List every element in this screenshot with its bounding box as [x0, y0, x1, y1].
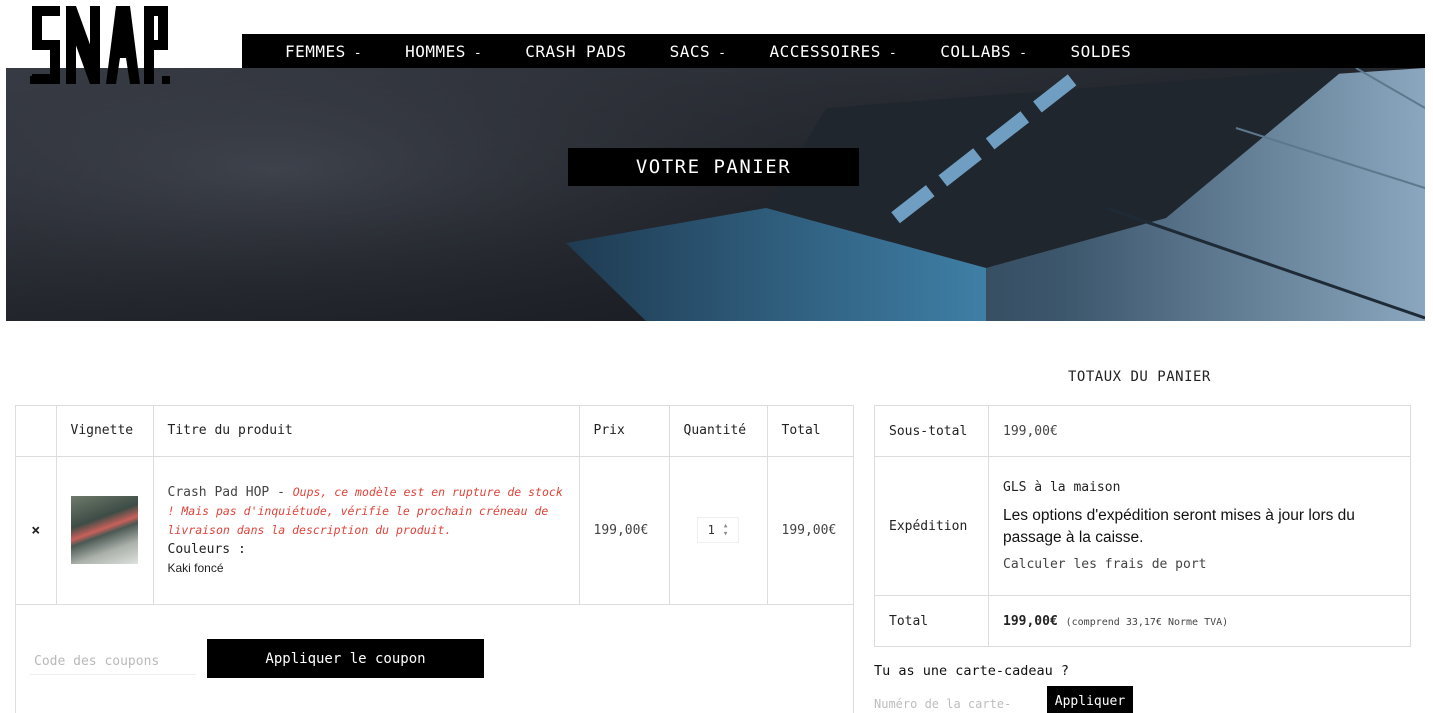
thumb-cell	[56, 456, 154, 605]
dropdown-caret-icon: -	[1019, 45, 1028, 61]
dropdown-caret-icon: -	[353, 45, 363, 61]
cart-totals-table: Sous-total 199,00€ Expédition GLS à la m…	[874, 405, 1411, 647]
qty-cell: 1 ▴ ▾	[669, 456, 768, 605]
color-attr-value: Kaki foncé	[167, 561, 224, 575]
cart-table: Vignette Titre du produit Prix Quantité …	[15, 405, 854, 713]
quantity-value: 1	[707, 523, 715, 537]
nav-label: ACCESSOIRES	[769, 41, 881, 61]
main-nav: FEMMES - HOMMES - CRASH PADS SACS - ACCESSO…	[242, 34, 1425, 68]
price-cell: 199,00€	[579, 456, 670, 605]
nav-item-crash-pads[interactable]: CRASH PADS	[525, 42, 626, 61]
header-price: Prix	[579, 406, 670, 457]
header-title: Titre du produit	[153, 406, 580, 457]
shipping-label: Expédition	[874, 456, 989, 596]
snap-logo[interactable]	[30, 6, 170, 88]
shipping-cell: GLS à la maison Les options d'expédition…	[988, 456, 1411, 596]
hero-background-image	[6, 68, 1425, 321]
giftcard-number-input[interactable]	[874, 693, 1042, 713]
shipping-info: Les options d'expédition seront mises à …	[1003, 507, 1355, 546]
total-cell: 199,00€ (comprend 33,17€ Norme TVA)	[988, 595, 1411, 647]
nav-label: FEMMES	[285, 41, 346, 61]
apply-coupon-button[interactable]: Appliquer le coupon	[207, 639, 484, 678]
giftcard-question: Tu as une carte-cadeau ?	[874, 663, 1070, 679]
shipping-row: Expédition GLS à la maison Les options d…	[874, 456, 1411, 596]
header-remove	[16, 406, 57, 457]
shipping-method: GLS à la maison	[1003, 480, 1121, 495]
total-row: Total 199,00€ (comprend 33,17€ Norme TVA…	[874, 595, 1411, 647]
line-total-cell: 199,00€	[767, 456, 853, 605]
remove-item-icon[interactable]: ×	[31, 521, 40, 539]
title-cell: Crash Pad HOP - Oups, ce modèle est en r…	[153, 456, 580, 605]
name-separator: -	[269, 485, 293, 500]
hero-banner: VOTRE PANIER	[6, 68, 1425, 321]
header-thumb: Vignette	[56, 406, 154, 457]
page-title: VOTRE PANIER	[568, 148, 859, 186]
apply-giftcard-button[interactable]: Appliquer	[1047, 686, 1133, 713]
dropdown-caret-icon: -	[888, 45, 898, 61]
spinner-arrows-icon[interactable]: ▴ ▾	[723, 522, 728, 539]
color-attr-label: Couleurs :	[167, 542, 246, 557]
total-label: Total	[874, 595, 989, 647]
nav-label: COLLABS	[940, 41, 1012, 61]
dropdown-caret-icon: -	[473, 45, 483, 61]
header-total: Total	[767, 406, 853, 457]
subtotal-label: Sous-total	[874, 405, 989, 457]
dropdown-caret-icon: -	[718, 45, 727, 61]
total-value: 199,00€	[1003, 613, 1058, 629]
subtotal-row: Sous-total 199,00€	[874, 405, 1411, 457]
nav-item-soldes[interactable]: SOLDES	[1071, 42, 1132, 61]
nav-item-accessoires[interactable]: ACCESSOIRES -	[769, 42, 897, 61]
nav-label: SACS	[669, 41, 711, 61]
nav-label: HOMMES	[405, 41, 466, 61]
total-tax-note: (comprend 33,17€ Norme TVA)	[1065, 616, 1229, 628]
coupon-code-input[interactable]	[30, 649, 196, 675]
header-quantity: Quantité	[669, 406, 768, 457]
table-row: × Crash Pad HOP - Oups, ce modèle est en…	[16, 456, 853, 605]
product-thumbnail[interactable]	[71, 496, 138, 564]
nav-label: SOLDES	[1070, 41, 1132, 61]
product-name-link[interactable]: Crash Pad HOP	[168, 485, 270, 500]
subtotal-value: 199,00€	[988, 405, 1411, 457]
calculate-shipping-link[interactable]: Calculer les frais de port	[1003, 557, 1400, 572]
cart-header-row: Vignette Titre du produit Prix Quantité …	[16, 406, 853, 457]
nav-item-femmes[interactable]: FEMMES -	[285, 42, 362, 61]
nav-item-collabs[interactable]: COLLABS -	[940, 42, 1027, 61]
nav-item-sacs[interactable]: SACS -	[670, 42, 727, 61]
quantity-stepper[interactable]: 1 ▴ ▾	[697, 517, 739, 543]
remove-cell: ×	[16, 456, 57, 605]
nav-label: CRASH PADS	[525, 41, 627, 61]
nav-item-hommes[interactable]: HOMMES -	[405, 42, 482, 61]
cart-totals-heading: TOTAUX DU PANIER	[1068, 369, 1211, 385]
